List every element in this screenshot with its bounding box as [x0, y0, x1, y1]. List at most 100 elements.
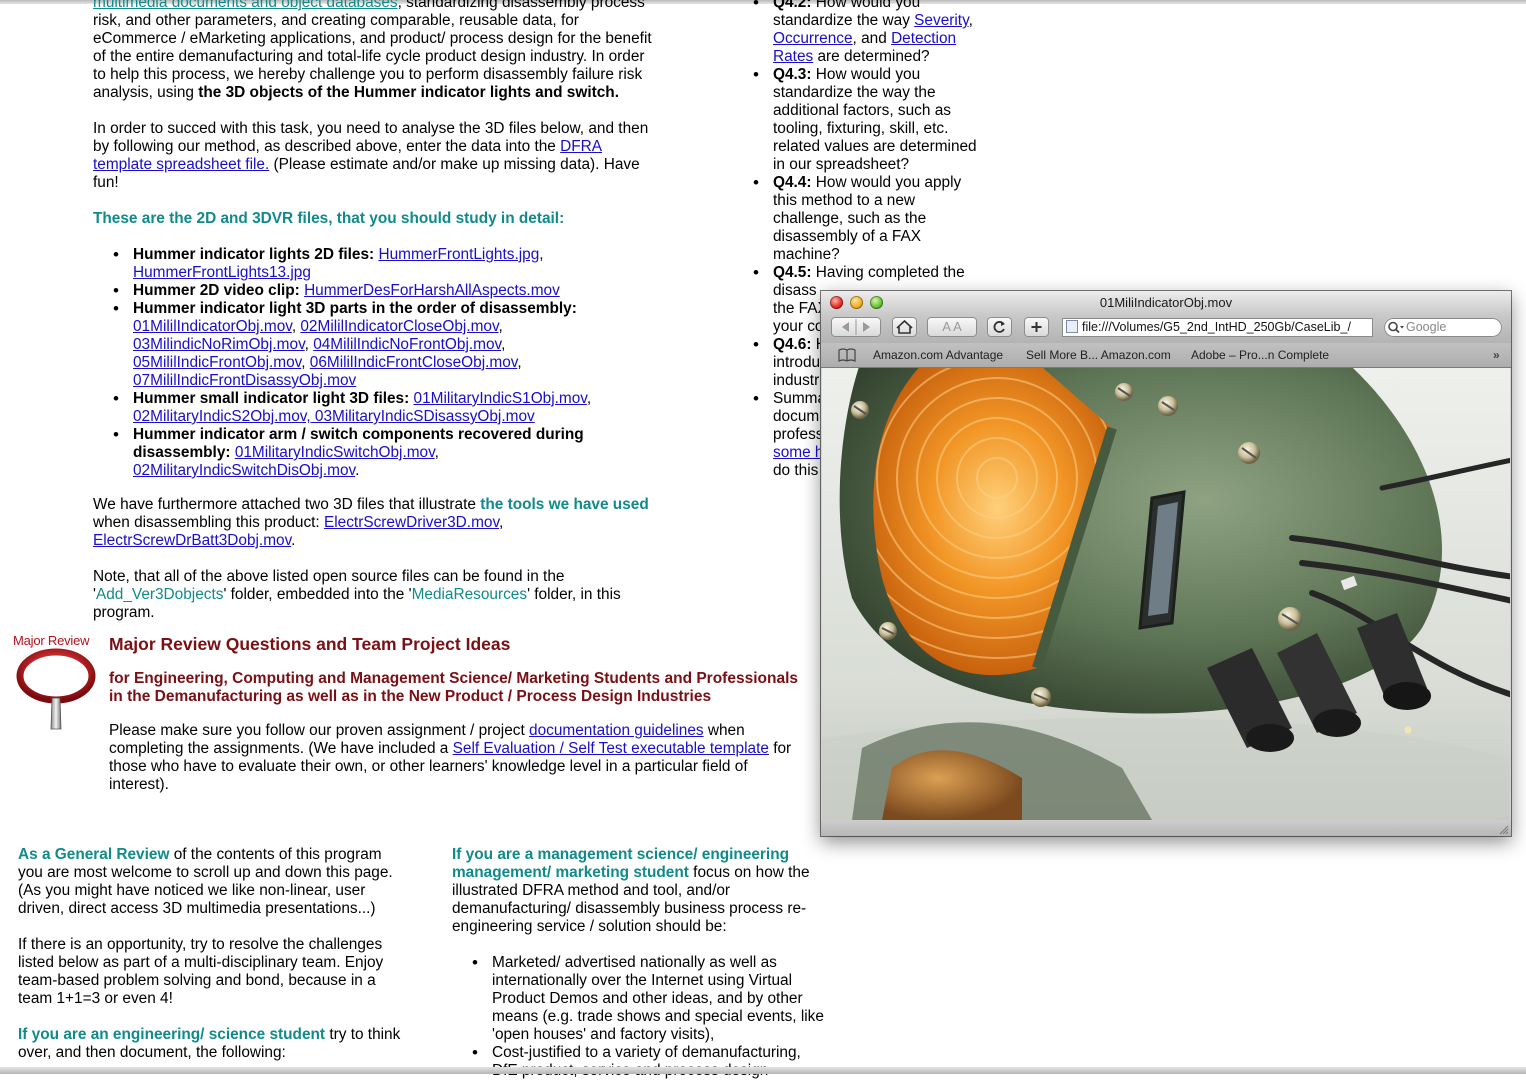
management-paragraph: If you are a management science/ enginee… — [452, 846, 824, 936]
window-title: 01MiliIndicatorObj.mov — [1099, 295, 1233, 310]
question-text: profess — [773, 426, 824, 443]
zoom-button[interactable] — [870, 296, 883, 309]
list-item: Hummer indicator light 3D parts in the o… — [113, 300, 653, 390]
file-link[interactable]: 01MililIndicatorObj.mov — [133, 318, 292, 335]
tools-text-2: when disassembling this product: — [93, 514, 324, 531]
file-link[interactable]: 06MililIndicFrontCloseObj.mov — [310, 354, 518, 371]
question-text: introdu — [773, 354, 821, 371]
file-link[interactable]: 04MililIndicNoFrontObj.mov — [313, 336, 501, 353]
engineering-emphasis: If you are an engineering/ science stude… — [18, 1026, 326, 1043]
bottom-scroll-edge — [0, 1067, 1526, 1074]
file-link[interactable]: HummerDesForHarshAllAspects.mov — [304, 282, 560, 299]
bookmark-item[interactable]: Sell More B... Amazon.com — [1026, 343, 1171, 367]
status-bar — [821, 820, 1511, 836]
magnifier-icon — [16, 648, 96, 730]
folder-name: Add_Ver3Dobjects — [95, 586, 224, 603]
home-button[interactable] — [892, 317, 917, 337]
question-item: Q4.2: How would you standardize the way … — [753, 0, 988, 66]
bookmark-item[interactable]: Amazon.com Advantage — [873, 343, 1003, 367]
file-link[interactable]: HummerFrontLights13.jpg — [133, 264, 311, 281]
indicator-light-object-image[interactable] — [822, 368, 1510, 820]
summary-link[interactable]: some h — [773, 444, 823, 461]
management-list: Marketed/ advertised nationally as well … — [452, 954, 824, 1080]
files-heading: These are the 2D and 3DVR files, that yo… — [93, 210, 565, 227]
file-link[interactable]: 02MilitaryIndicSwitchDisObj.mov — [133, 462, 355, 479]
item-label: Hummer small indicator light 3D files: — [133, 390, 414, 407]
team-paragraph: If there is an opportunity, try to resol… — [18, 936, 384, 1007]
question-label: Q4.4: — [773, 174, 812, 191]
question-text: docum — [773, 408, 820, 425]
browser-toolbar: A A file:///Volumes/G5_2nd_IntHD_250Gb/C… — [821, 315, 1511, 343]
question-label: Q4.2: — [773, 0, 812, 11]
file-link[interactable]: HummerFrontLights.jpg — [378, 246, 539, 263]
intro-paragraph: multimedia documents and object database… — [93, 0, 653, 102]
file-link[interactable]: ElectrScrewDriver3D.mov — [324, 514, 499, 531]
general-review-column: As a General Review of the contents of t… — [18, 846, 408, 1080]
list-item: Marketed/ advertised nationally as well … — [472, 954, 824, 1044]
question-text: industr — [773, 372, 820, 389]
documentation-guidelines-link[interactable]: documentation guidelines — [529, 722, 704, 739]
close-button[interactable] — [830, 296, 843, 309]
text-size-button[interactable]: A A — [927, 317, 977, 337]
add-bookmark-button[interactable] — [1024, 317, 1049, 337]
file-link[interactable]: 03MilindicNoRimObj.mov — [133, 336, 305, 353]
item-label: Hummer indicator lights 2D files: — [133, 246, 379, 263]
question-text: do this — [773, 462, 819, 479]
list-item: Hummer indicator arm / switch components… — [113, 426, 653, 480]
bookmarks-overflow-icon[interactable]: » — [1493, 343, 1500, 367]
tools-emphasis: the tools we have used — [480, 496, 649, 513]
search-field[interactable]: Google — [1384, 318, 1502, 337]
intro-emphasis: the 3D objects of the Hummer indicator l… — [198, 84, 619, 101]
files-list: Hummer indicator lights 2D files: Hummer… — [93, 246, 653, 480]
browser-window[interactable]: 01MiliIndicatorObj.mov A A file:///Volum… — [821, 291, 1511, 836]
file-link[interactable]: 01MilitaryIndicS1Obj.mov — [414, 390, 587, 407]
item-label: Hummer indicator light 3D parts in the o… — [133, 300, 577, 317]
list-item: Cost-justified to a variety of demanufac… — [472, 1044, 824, 1080]
severity-link[interactable]: Severity — [914, 12, 968, 29]
file-link[interactable]: ElectrScrewDrBatt3Dobj.mov — [93, 532, 291, 549]
home-icon — [896, 319, 913, 334]
search-icon — [1388, 321, 1404, 334]
file-link[interactable]: 05MililIndicFrontObj.mov — [133, 354, 301, 371]
general-emphasis: As a General Review — [18, 846, 170, 863]
item-label: Hummer 2D video clip: — [133, 282, 305, 299]
review-heading: Major Review Questions and Team Project … — [109, 634, 511, 654]
list-item: Hummer 2D video clip: HummerDesForHarshA… — [113, 282, 653, 300]
list-item: Hummer indicator lights 2D files: Hummer… — [113, 246, 653, 282]
search-placeholder: Google — [1406, 320, 1447, 334]
object-databases-link[interactable]: multimedia documents and object database… — [93, 0, 398, 11]
engineering-paragraph: If you are an engineering/ science stude… — [18, 1026, 408, 1062]
back-forward-buttons[interactable] — [831, 317, 881, 337]
file-link[interactable]: 01MilitaryIndicSwitchObj.mov — [235, 444, 435, 461]
occurrence-link[interactable]: Occurrence — [773, 30, 853, 47]
major-review-section: Major Review Questions and Team Project … — [109, 634, 799, 794]
question-text: are determined? — [813, 48, 930, 65]
management-column: If you are a management science/ enginee… — [452, 846, 824, 1080]
page-icon — [1066, 320, 1078, 333]
question-label: Q4.6: — [773, 336, 812, 353]
resize-grip-icon[interactable] — [1497, 823, 1509, 835]
question-label: Q4.5: — [773, 264, 812, 281]
window-titlebar[interactable]: 01MiliIndicatorObj.mov — [821, 291, 1511, 315]
bookmark-item[interactable]: Adobe – Pro...n Complete — [1191, 343, 1329, 367]
bookmarks-bar: Amazon.com Advantage Sell More B... Amaz… — [821, 343, 1511, 368]
file-link[interactable]: 02MililIndicatorCloseObj.mov — [300, 318, 498, 335]
address-text: file:///Volumes/G5_2nd_IntHD_250Gb/CaseL… — [1082, 320, 1351, 334]
question-text: your co — [773, 318, 824, 335]
question-text: , and — [852, 30, 892, 47]
reload-button[interactable] — [987, 317, 1012, 337]
question-text: the FAX — [773, 300, 828, 317]
book-icon[interactable] — [838, 348, 856, 362]
file-link[interactable]: 07MililIndicFrontDisassyObj.mov — [133, 372, 356, 389]
main-content-column: multimedia documents and object database… — [93, 0, 653, 640]
minimize-button[interactable] — [850, 296, 863, 309]
address-field[interactable]: file:///Volumes/G5_2nd_IntHD_250Gb/CaseL… — [1062, 318, 1373, 337]
question-label: Q4.3: — [773, 66, 812, 83]
back-forward-icon — [842, 319, 870, 335]
tools-paragraph: We have furthermore attached two 3D file… — [93, 496, 649, 549]
file-link[interactable]: 02MilitaryIndicS2Obj.mov, 03MilitaryIndi… — [133, 408, 535, 425]
quicktime-vr-viewer[interactable] — [822, 368, 1510, 820]
self-evaluation-link[interactable]: Self Evaluation / Self Test executable t… — [453, 740, 769, 757]
review-subheading: for Engineering, Computing and Managemen… — [109, 670, 798, 705]
folder-name: MediaResources — [411, 586, 528, 603]
